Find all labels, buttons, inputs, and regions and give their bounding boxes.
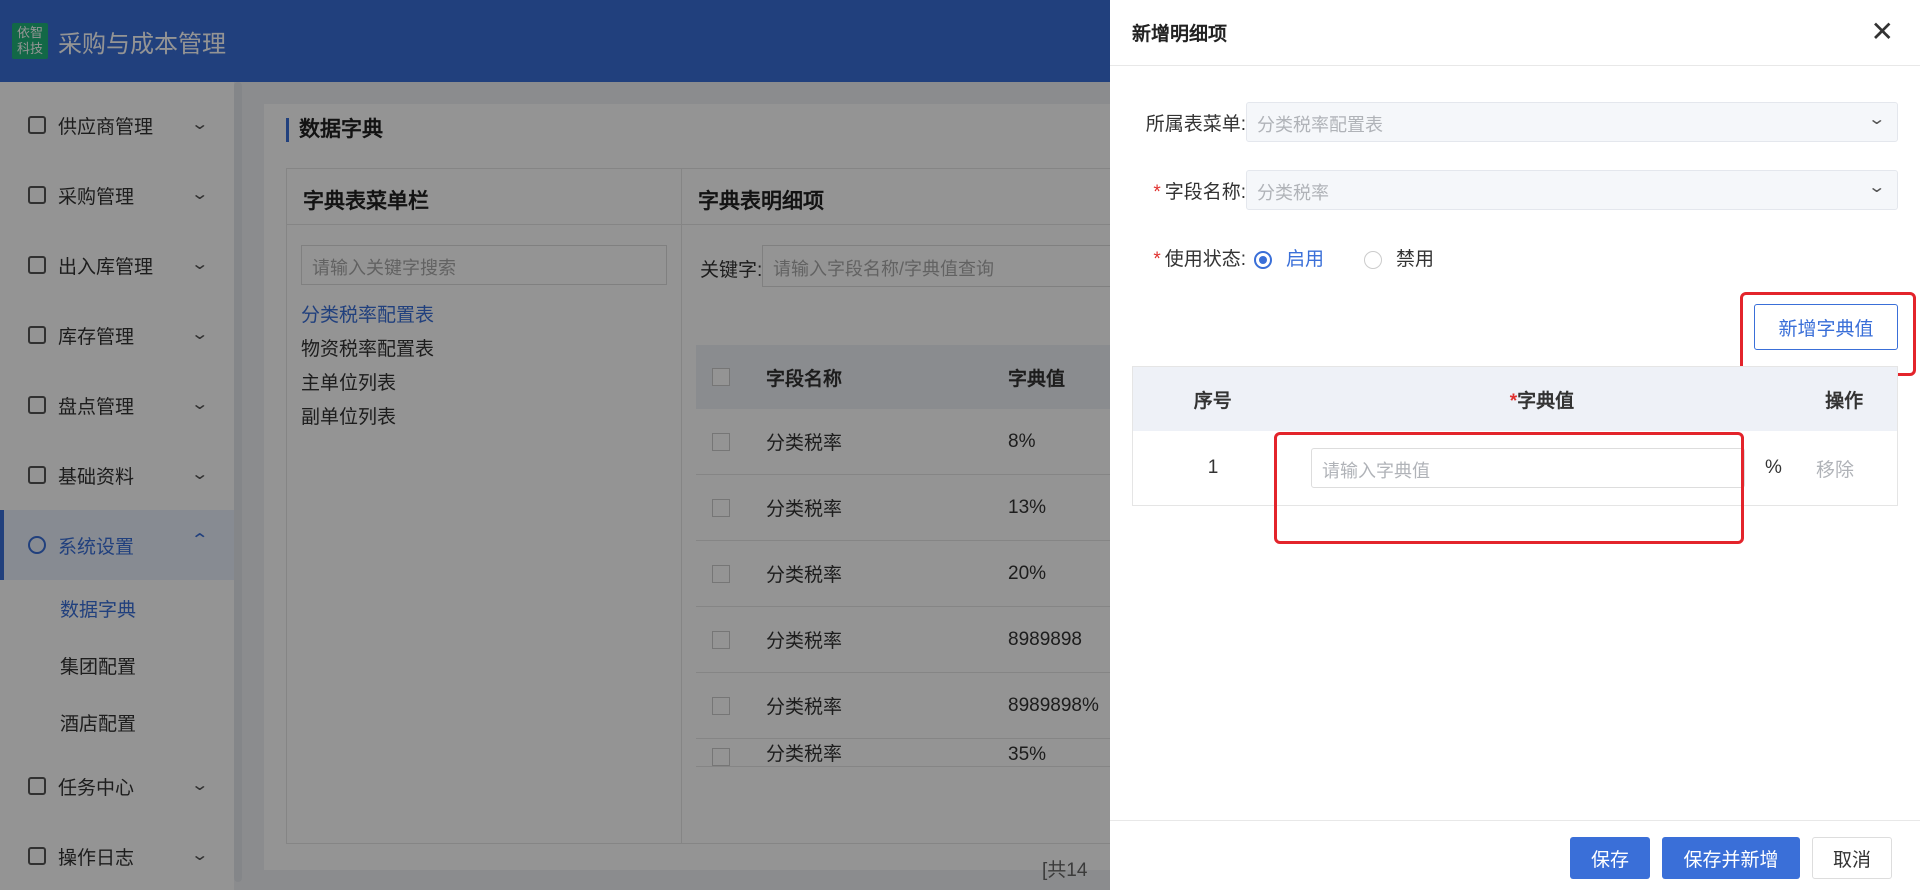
drawer-title: 新增明细项 [1132, 24, 1228, 45]
chevron-down-icon: ⌄ [1866, 111, 1886, 128]
highlight-box-add-button [1740, 292, 1916, 376]
radio-checked-icon [1254, 250, 1272, 269]
cancel-button[interactable]: 取消 [1812, 837, 1892, 879]
save-and-add-button[interactable]: 保存并新增 [1662, 837, 1800, 879]
status-label: * 使用状态: [1153, 249, 1246, 270]
drawer-header: 新增明细项 ✕ [1110, 0, 1920, 66]
row-index: 1 [1207, 457, 1219, 478]
add-detail-drawer: 新增明细项 ✕ 所属表菜单: 分类税率配置表 ⌄ * 字段名称: 分类税率 ⌄ *… [1110, 0, 1920, 890]
field-name-select[interactable]: 分类税率 ⌄ [1246, 170, 1898, 210]
chevron-down-icon: ⌄ [1866, 179, 1886, 196]
radio-unchecked-icon [1364, 250, 1383, 269]
form-row-field-name: * 字段名称: 分类税率 ⌄ [1132, 170, 1898, 210]
column-header-action: 操作 [1825, 390, 1864, 412]
menu-select[interactable]: 分类税率配置表 ⌄ [1246, 102, 1898, 142]
menu-select-value: 分类税率配置表 [1257, 115, 1383, 135]
save-button[interactable]: 保存 [1570, 837, 1650, 879]
highlight-box-value-input [1274, 432, 1744, 544]
field-name-label: * 字段名称: [1153, 181, 1246, 203]
form-row-status: * 使用状态: 启用 禁用 [1132, 244, 1434, 271]
drawer-footer: 保存 保存并新增 取消 [1110, 820, 1920, 890]
remove-row-link[interactable]: 移除 [1795, 455, 1875, 482]
percent-unit: % [1765, 457, 1782, 478]
form-row-menu: 所属表菜单: 分类税率配置表 ⌄ [1132, 102, 1898, 142]
column-header-value: *字典值 [1509, 390, 1575, 412]
close-icon[interactable]: ✕ [1871, 18, 1894, 46]
field-name-value: 分类税率 [1257, 183, 1329, 203]
status-radio-enable[interactable]: 启用 [1254, 244, 1364, 271]
column-header-index: 序号 [1193, 390, 1232, 412]
status-radio-disable[interactable]: 禁用 [1364, 244, 1434, 271]
table-header: 序号 *字典值 操作 [1133, 367, 1897, 431]
menu-label: 所属表菜单: [1145, 113, 1246, 135]
